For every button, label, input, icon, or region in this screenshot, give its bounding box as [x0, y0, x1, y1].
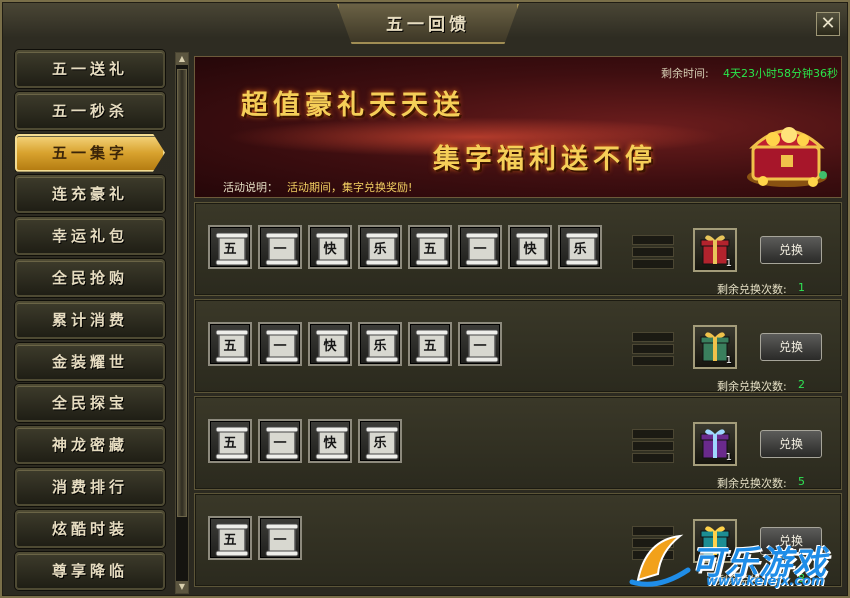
word-scroll-item[interactable]: 快: [308, 322, 352, 366]
scroll-thumb[interactable]: [177, 69, 187, 517]
word-scroll-item[interactable]: 一: [458, 322, 502, 366]
activity-desc-label: 活动说明：: [223, 181, 278, 194]
sidebar-item-6[interactable]: 全民抢购: [15, 259, 165, 297]
slot-bar: [632, 235, 674, 245]
scroll-character: 一: [473, 339, 487, 354]
word-scroll-item[interactable]: 一: [258, 322, 302, 366]
sidebar-item-4[interactable]: 连充豪礼: [15, 175, 165, 214]
reward-quantity: 1: [725, 452, 732, 463]
watermark-url: www.kelejx.com: [706, 574, 825, 589]
word-scroll-item[interactable]: 快: [508, 225, 552, 269]
slot-bar: [632, 453, 674, 463]
reward-item[interactable]: 1: [693, 325, 737, 369]
sidebar-item-12[interactable]: 炫酷时装: [15, 509, 165, 548]
word-scroll-item[interactable]: 五: [408, 225, 452, 269]
sidebar-scrollbar[interactable]: ▲ ▼: [175, 52, 189, 594]
scroll-character: 一: [273, 533, 287, 548]
watermark-logo-icon: [629, 534, 691, 587]
word-scroll-item[interactable]: 乐: [558, 225, 602, 269]
word-scroll-item[interactable]: 乐: [358, 225, 402, 269]
word-scroll-item[interactable]: 五: [408, 322, 452, 366]
slot-bar: [632, 259, 674, 269]
word-scroll-item[interactable]: 一: [258, 516, 302, 560]
word-scroll-item[interactable]: 一: [458, 225, 502, 269]
remaining-exchanges-count: 5: [798, 475, 805, 488]
activity-desc-text: 活动期间，集字兑换奖励!: [287, 181, 413, 194]
scroll-character: 乐: [373, 339, 387, 354]
sidebar-item-2[interactable]: 五一秒杀: [15, 91, 165, 130]
sidebar-item-7[interactable]: 累计消费: [15, 300, 165, 339]
slot-bar: [632, 344, 674, 354]
word-scroll-item[interactable]: 一: [258, 225, 302, 269]
scroll-character: 一: [473, 242, 487, 257]
scroll-character: 快: [323, 436, 337, 451]
word-scroll-item[interactable]: 乐: [358, 419, 402, 463]
time-remaining-value: 4天23小时58分钟36秒: [723, 67, 838, 80]
scroll-up-arrow-icon[interactable]: ▲: [176, 53, 188, 65]
word-scroll-item[interactable]: 快: [308, 225, 352, 269]
sidebar-item-3[interactable]: 五一集字: [15, 133, 165, 172]
scroll-character: 一: [273, 339, 287, 354]
scroll-character: 快: [323, 339, 337, 354]
activity-window: 五一回馈 ✕ 五一送礼 五一秒杀 五一集字 连充豪礼 幸运礼包 全民抢购 累计消费 金装耀世全…: [0, 0, 850, 598]
slot-bar: [632, 332, 674, 342]
sidebar-item-11[interactable]: 消费排行: [15, 468, 165, 506]
remaining-exchanges-label: 剩余兑换次数:: [717, 380, 787, 393]
banner-slogan-2: 集字福利送不停: [433, 144, 657, 175]
sidebar-item-10[interactable]: 神龙密藏: [15, 426, 165, 465]
sidebar-item-5[interactable]: 幸运礼包: [15, 217, 165, 256]
scroll-down-arrow-icon[interactable]: ▼: [176, 581, 188, 593]
watermark: 可乐游戏 www.kelejx.com: [628, 530, 848, 594]
scroll-character: 快: [523, 242, 537, 257]
remaining-exchanges-label: 剩余兑换次数:: [717, 283, 787, 296]
exchange-row: 五 一 快 乐 1 兑换剩余兑换次数: 5: [194, 396, 842, 490]
scroll-character: 快: [323, 242, 337, 257]
scroll-character: 五: [223, 242, 237, 257]
reward-quantity: 1: [725, 355, 732, 366]
banner-slogan-1: 超值豪礼天天送: [241, 90, 465, 121]
word-scroll-item[interactable]: 五: [208, 419, 252, 463]
scroll-character: 乐: [573, 242, 587, 257]
scroll-character: 一: [273, 242, 287, 257]
reward-item[interactable]: 1: [693, 422, 737, 466]
exchange-button[interactable]: 兑换: [760, 430, 822, 458]
word-scroll-item[interactable]: 五: [208, 516, 252, 560]
sidebar-item-13[interactable]: 尊享降临: [15, 551, 165, 590]
scroll-character: 一: [273, 436, 287, 451]
event-banner: 剩余时间: 4天23小时58分钟36秒 超值豪礼天天送 集字福利送不停 活动说明…: [194, 56, 842, 198]
scroll-character: 五: [223, 339, 237, 354]
exchange-row: 五 一 快 乐 五 一 1 兑换剩余兑换次数: 2: [194, 299, 842, 393]
word-scroll-item[interactable]: 五: [208, 322, 252, 366]
scroll-character: 五: [423, 242, 437, 257]
scroll-character: 乐: [373, 436, 387, 451]
remaining-exchanges-count: 1: [798, 281, 805, 294]
exchange-row: 五 一 快 乐 五 一 快 乐 1 兑换剩余兑换次数: 1: [194, 202, 842, 296]
time-remaining-label: 剩余时间:: [661, 67, 709, 80]
window-title: 五一回馈: [386, 15, 470, 35]
slot-bar: [632, 247, 674, 257]
scroll-character: 五: [223, 436, 237, 451]
sidebar-item-1[interactable]: 五一送礼: [15, 50, 165, 88]
remaining-exchanges-count: 2: [798, 378, 805, 391]
close-button[interactable]: ✕: [816, 12, 840, 36]
treasure-chest-icon: [747, 127, 827, 187]
scroll-character: 五: [423, 339, 437, 354]
scroll-character: 乐: [373, 242, 387, 257]
exchange-button[interactable]: 兑换: [760, 333, 822, 361]
word-scroll-item[interactable]: 乐: [358, 322, 402, 366]
sidebar-item-9[interactable]: 全民探宝: [15, 384, 165, 423]
slot-bar: [632, 429, 674, 439]
sidebar: 五一送礼 五一秒杀 五一集字 连充豪礼 幸运礼包 全民抢购 累计消费 金装耀世 全民探宝 神龙密藏…: [11, 48, 169, 596]
word-scroll-item[interactable]: 快: [308, 419, 352, 463]
slot-bar: [632, 441, 674, 451]
reward-quantity: 1: [725, 258, 732, 269]
remaining-exchanges-label: 剩余兑换次数:: [717, 477, 787, 490]
word-scroll-item[interactable]: 一: [258, 419, 302, 463]
slot-bar: [632, 356, 674, 366]
sidebar-item-8[interactable]: 金装耀世: [15, 342, 165, 381]
scroll-character: 五: [223, 533, 237, 548]
reward-item[interactable]: 1: [693, 228, 737, 272]
word-scroll-item[interactable]: 五: [208, 225, 252, 269]
exchange-button[interactable]: 兑换: [760, 236, 822, 264]
